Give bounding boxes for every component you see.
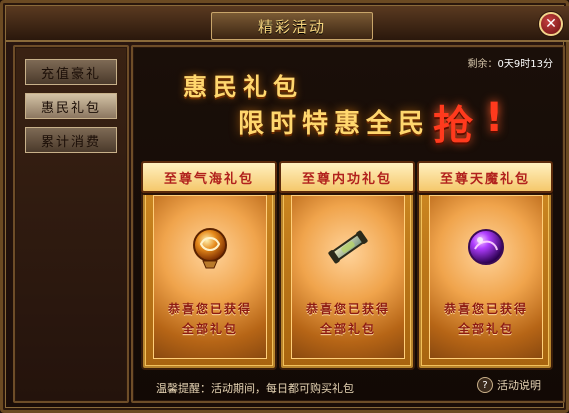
card-status-line-2: 全部礼包	[181, 322, 238, 336]
card-status-line-1: 恭喜您已获得	[305, 302, 390, 316]
sidebar-item-label: 充值豪礼	[40, 66, 101, 82]
remaining-timer: 剩余：0天9时13分	[468, 55, 553, 70]
card-status-line-1: 恭喜您已获得	[167, 302, 252, 316]
banner-title: 惠民礼包	[183, 73, 303, 101]
help-label: 活动说明	[497, 379, 541, 392]
window-title: 精彩活动	[211, 12, 373, 40]
purple-orb-icon	[461, 222, 511, 272]
sidebar-item-cumulative-spend[interactable]: 累计消费	[25, 127, 117, 153]
footer-note: 温馨提醒：活动期间，每日都可购买礼包	[156, 382, 354, 395]
sidebar-item-label: 惠民礼包	[40, 100, 101, 116]
card-body: 恭喜您已获得 全部礼包	[429, 195, 543, 359]
title-bar: 精彩活动 ✕	[6, 6, 569, 42]
banner-subtitle: 限时特惠全民	[238, 109, 431, 139]
sidebar-item-label: 累计消费	[40, 134, 101, 150]
card-status-line-2: 全部礼包	[319, 322, 376, 336]
gift-card-neigong[interactable]: 至尊内功礼包 恭喜您已获得 全部礼包	[279, 161, 415, 368]
card-body: 恭喜您已获得 全部礼包	[291, 195, 405, 359]
scroll-icon	[323, 222, 373, 272]
card-status-line-2: 全部礼包	[457, 322, 514, 336]
close-button[interactable]: ✕	[539, 12, 563, 36]
activity-window: 精彩活动 ✕ 充值豪礼 惠民礼包 累计消费 剩余：0天9时13分 惠民礼包 限时…	[0, 0, 569, 413]
gift-card-tianmo[interactable]: 至尊天魔礼包 恭喜您已获得 全部礼包	[417, 161, 553, 368]
banner-exclaim: !	[485, 95, 504, 141]
card-title: 至尊天魔礼包	[417, 161, 553, 193]
card-title: 至尊气海礼包	[141, 161, 277, 193]
timer-value: 0天9时13分	[497, 59, 553, 70]
card-body: 恭喜您已获得 全部礼包	[153, 195, 267, 359]
sidebar-item-recharge[interactable]: 充值豪礼	[25, 59, 117, 85]
banner-highlight: 抢	[433, 103, 473, 149]
gift-card-qihai[interactable]: 至尊气海礼包 恭喜您已获得 全部礼包	[141, 161, 277, 368]
sidebar-item-benefit-pack[interactable]: 惠民礼包	[25, 93, 117, 119]
timer-label: 剩余：	[467, 59, 498, 70]
orb-qi-icon	[185, 222, 235, 272]
question-icon: ?	[477, 377, 493, 393]
card-status-line-1: 恭喜您已获得	[443, 302, 528, 316]
card-title: 至尊内功礼包	[279, 161, 415, 193]
close-icon: ✕	[545, 16, 557, 32]
activity-help-button[interactable]: ? 活动说明	[477, 377, 541, 393]
sidebar: 充值豪礼 惠民礼包 累计消费	[13, 45, 129, 403]
main-panel: 剩余：0天9时13分 惠民礼包 限时特惠全民 抢 ! 至尊气海礼包 恭喜您已获得…	[131, 45, 565, 403]
